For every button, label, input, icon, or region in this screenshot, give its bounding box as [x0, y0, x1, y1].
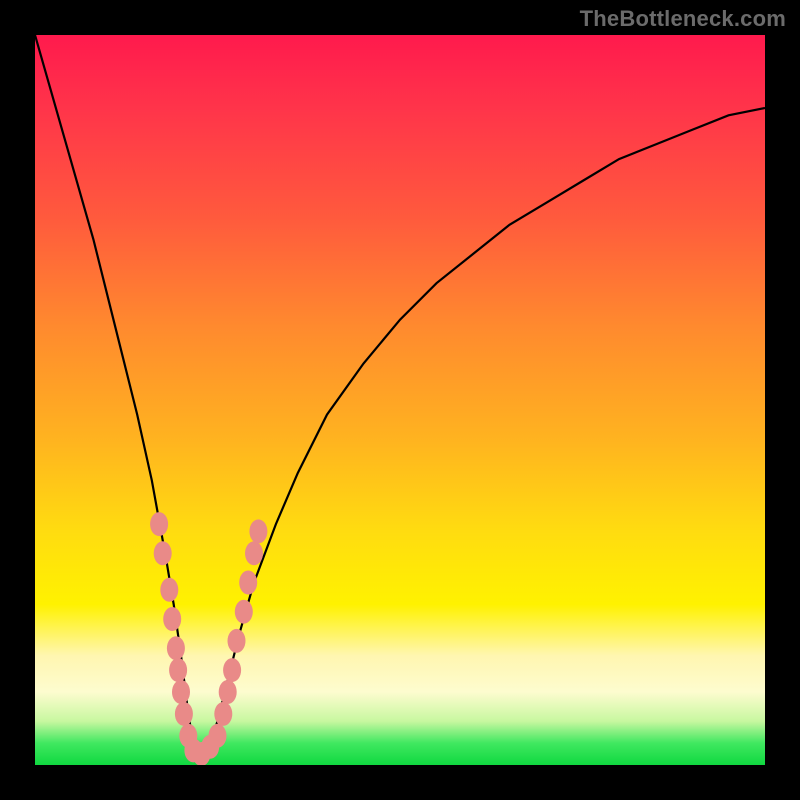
marker-dot [245, 541, 263, 565]
marker-dot [249, 519, 267, 543]
marker-dot [235, 600, 253, 624]
marker-dot [175, 702, 193, 726]
marker-dot [172, 680, 190, 704]
marker-dot [169, 658, 187, 682]
bottleneck-curve [35, 35, 765, 758]
watermark-text: TheBottleneck.com [580, 6, 786, 32]
marker-dot [154, 541, 172, 565]
marker-dot [150, 512, 168, 536]
marker-dot [223, 658, 241, 682]
curve-group [35, 35, 765, 758]
chart-plot-area [35, 35, 765, 765]
chart-frame: TheBottleneck.com [0, 0, 800, 800]
marker-dot [214, 702, 232, 726]
marker-dot [163, 607, 181, 631]
marker-dot [167, 636, 185, 660]
marker-group [150, 512, 267, 765]
marker-dot [219, 680, 237, 704]
marker-dot [228, 629, 246, 653]
marker-dot [239, 571, 257, 595]
marker-dot [209, 724, 227, 748]
marker-dot [160, 578, 178, 602]
chart-svg [35, 35, 765, 765]
